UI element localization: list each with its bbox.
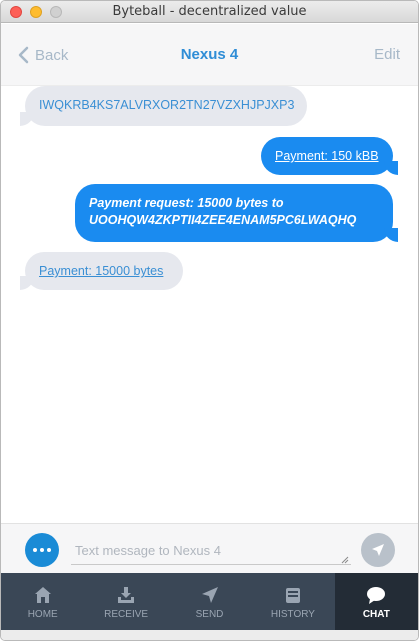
more-options-button[interactable] — [25, 533, 59, 567]
payment-request-line1: Payment request: 15000 bytes to — [89, 196, 284, 210]
message-bubble-incoming: IWQKRB4KS7ALVRXOR2TN27VZXHJPJXP3 — [20, 86, 307, 126]
chat-header: Back Nexus 4 Edit — [1, 24, 418, 86]
composer-bar — [1, 523, 418, 573]
tab-label: HISTORY — [270, 609, 315, 620]
message-bubble-incoming: Payment: 15000 bytes — [20, 252, 183, 290]
tab-label: CHAT — [362, 609, 390, 620]
dot-icon — [40, 548, 44, 552]
chat-bubble-icon — [367, 587, 386, 604]
title-bar[interactable]: Byteball - decentralized value — [1, 1, 418, 23]
page-title: Nexus 4 — [180, 46, 239, 63]
message-input[interactable] — [71, 537, 351, 565]
payment-link[interactable]: Payment: 15000 bytes — [39, 264, 163, 278]
payment-request-address: UOOHQW4ZKPTII4ZEE4ENAM5PC6LWAQHQ — [89, 213, 357, 227]
payment-link[interactable]: Payment: 150 kBB — [275, 149, 379, 163]
bottom-tab-bar: HOME RECEIVE SEND HISTORY CHAT — [1, 573, 418, 630]
home-icon — [34, 587, 51, 603]
tab-history[interactable]: HISTORY — [251, 573, 334, 630]
download-icon — [118, 587, 135, 603]
tab-label: RECEIVE — [104, 609, 149, 620]
message-list[interactable]: IWQKRB4KS7ALVRXOR2TN27VZXHJPJXP3 Payment… — [1, 86, 418, 523]
send-button[interactable] — [361, 533, 395, 567]
window-title: Byteball - decentralized value — [112, 4, 307, 19]
tab-chat[interactable]: CHAT — [334, 573, 418, 630]
window-bottom-edge — [1, 630, 418, 640]
dot-icon — [33, 548, 37, 552]
history-box-icon — [285, 588, 300, 603]
paper-plane-icon — [201, 587, 218, 603]
message-bubble-outgoing: Payment request: 15000 bytes to UOOHQW4Z… — [75, 184, 398, 242]
message-bubble-outgoing: Payment: 150 kBB — [261, 137, 398, 175]
tab-home[interactable]: HOME — [1, 573, 84, 630]
paper-plane-icon — [372, 544, 384, 556]
tab-label: SEND — [195, 609, 224, 620]
resize-grip-icon[interactable] — [341, 556, 349, 564]
tab-receive[interactable]: RECEIVE — [84, 573, 167, 630]
edit-button[interactable]: Edit — [374, 46, 400, 63]
app-window: Byteball - decentralized value Back Nexu… — [0, 0, 419, 641]
tab-send[interactable]: SEND — [168, 573, 251, 630]
dot-icon — [47, 548, 51, 552]
message-text: IWQKRB4KS7ALVRXOR2TN27VZXHJPJXP3 — [39, 98, 295, 112]
tab-label: HOME — [27, 609, 58, 620]
